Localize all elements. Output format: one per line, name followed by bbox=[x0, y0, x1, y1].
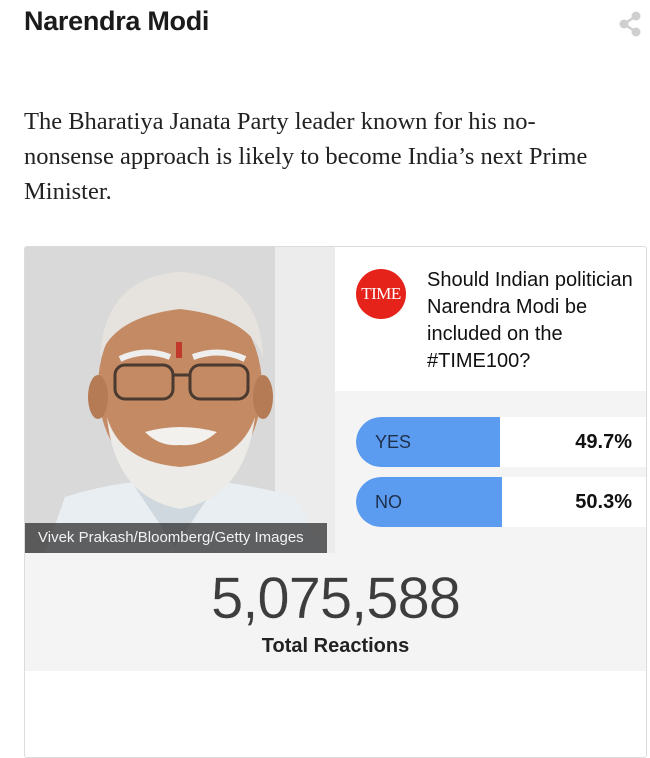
portrait-illustration bbox=[25, 247, 335, 553]
photo-credit: Vivek Prakash/Bloomberg/Getty Images bbox=[25, 523, 327, 553]
answer-options: YES 49.7% NO 50.3% bbox=[335, 391, 646, 553]
article-description: The Bharatiya Janata Party leader known … bbox=[24, 108, 588, 205]
poll-card: Vivek Prakash/Bloomberg/Getty Images TIM… bbox=[24, 246, 647, 758]
reactions-panel: 5,075,588 Total Reactions bbox=[25, 553, 646, 671]
answer-yes-percent: 49.7% bbox=[575, 431, 632, 453]
article-title: Narendra Modi bbox=[24, 6, 210, 36]
answer-no-button[interactable]: NO 50.3% bbox=[356, 477, 646, 527]
answer-yes-button[interactable]: YES 49.7% bbox=[356, 417, 646, 467]
poll-question: Should Indian politician Narendra Modi b… bbox=[427, 269, 633, 372]
total-reactions-label: Total Reactions bbox=[261, 635, 410, 657]
answer-no-percent: 50.3% bbox=[575, 491, 632, 513]
time-logo: TIME bbox=[356, 269, 406, 319]
total-reactions-count: 5,075,588 bbox=[210, 566, 461, 631]
question-panel: TIME Should Indian politician Narendra M… bbox=[335, 247, 646, 391]
portrait-photo: Vivek Prakash/Bloomberg/Getty Images bbox=[25, 247, 335, 553]
answer-no-label: NO bbox=[375, 492, 402, 512]
share-icon[interactable] bbox=[616, 10, 644, 38]
answer-yes-label: YES bbox=[375, 432, 412, 452]
